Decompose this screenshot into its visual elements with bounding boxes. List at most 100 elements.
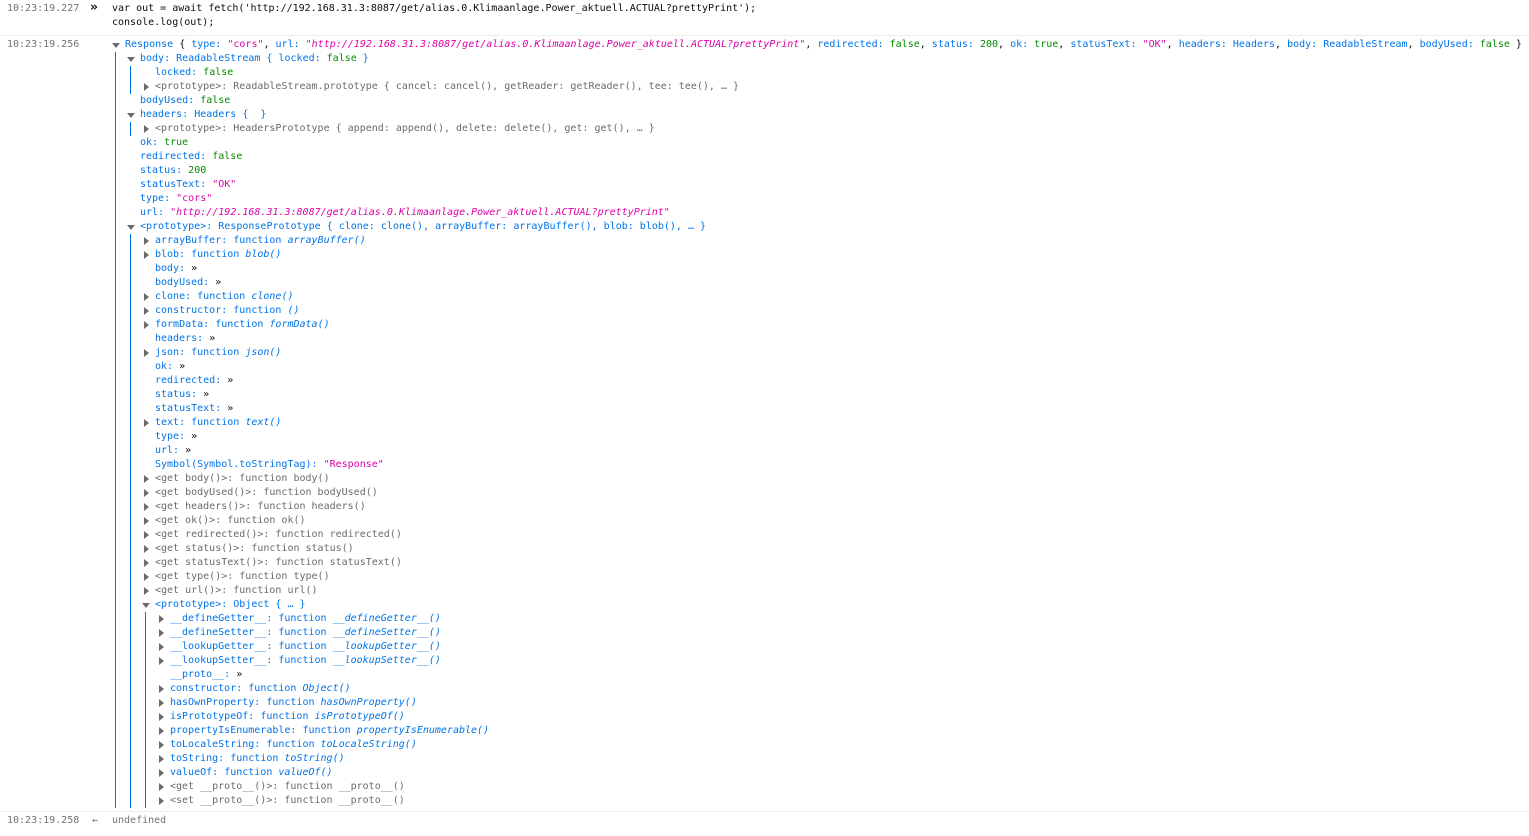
tree-node-row[interactable]: statusText: "OK" [140,178,236,192]
collapse-triangle-icon[interactable] [142,603,150,608]
expand-triangle-icon[interactable] [159,797,164,805]
collapse-triangle-icon[interactable] [127,57,135,62]
tree-node-row[interactable]: body: » [155,262,197,276]
collapse-triangle-icon[interactable] [127,113,135,118]
token: function [278,613,333,624]
expand-triangle-icon[interactable] [144,237,149,245]
tree-node-row[interactable]: headers: Headers { } [140,108,266,122]
token: body: [155,263,192,274]
tree-node-row[interactable]: ok: » [155,360,185,374]
tree-node-row[interactable]: toLocaleString: function toLocaleString(… [170,738,417,752]
tree-node-row[interactable]: <get ok()>: function ok() [155,514,306,528]
tree-node-row[interactable]: propertyIsEnumerable: function propertyI… [170,724,489,738]
expand-triangle-icon[interactable] [144,489,149,497]
expand-triangle-icon[interactable] [144,419,149,427]
expand-triangle-icon[interactable] [144,349,149,357]
tree-node-row[interactable]: isPrototypeOf: function isPrototypeOf() [170,710,405,724]
token: headers: [140,109,195,120]
tree-node-row[interactable]: redirected: false [140,150,242,164]
expand-triangle-icon[interactable] [144,545,149,553]
tree-node-row[interactable]: status: » [155,388,209,402]
expand-triangle-icon[interactable] [144,293,149,301]
expand-triangle-icon[interactable] [159,629,164,637]
expand-triangle-icon[interactable] [144,531,149,539]
tree-node-row[interactable]: headers: » [155,332,215,346]
tree-node-row[interactable]: url: » [155,444,191,458]
tree-node-row[interactable]: <get redirected()>: function redirected(… [155,528,402,542]
tree-node-row[interactable]: __defineGetter__: function __defineGette… [170,612,441,626]
token: <get status()>: function status() [155,543,354,554]
tree-node-row[interactable]: type: "cors" [140,192,212,206]
tree-node-row[interactable]: url: "http://192.168.31.3:8087/get/alias… [140,206,670,220]
expand-triangle-icon[interactable] [144,125,149,133]
tree-node-row[interactable]: formData: function formData() [155,318,330,332]
expand-triangle-icon[interactable] [159,699,164,707]
tree-node-row[interactable]: constructor: function () [155,304,300,318]
expand-triangle-icon[interactable] [144,559,149,567]
tree-node-row[interactable]: bodyUsed: » [155,276,221,290]
tree-node-row[interactable]: status: 200 [140,164,206,178]
tree-node-row[interactable]: body: ReadableStream { locked: false } [140,52,369,66]
expand-triangle-icon[interactable] [144,503,149,511]
tree-node-row[interactable]: <get url()>: function url() [155,584,318,598]
tree-node-row[interactable]: text: function text() [155,416,281,430]
tree-node-row[interactable]: __proto__: » [170,668,242,682]
tree-node-row[interactable]: <get headers()>: function headers() [155,500,366,514]
collapse-triangle-icon[interactable] [127,225,135,230]
expand-triangle-icon[interactable] [159,643,164,651]
tree-node-row[interactable]: __lookupSetter__: function __lookupSette… [170,654,441,668]
expand-triangle-icon[interactable] [144,307,149,315]
expand-triangle-icon[interactable] [159,615,164,623]
expand-triangle-icon[interactable] [159,755,164,763]
tree-node-row[interactable]: <get bodyUsed()>: function bodyUsed() [155,486,378,500]
tree-node-row[interactable]: locked: false [155,66,233,80]
tree-node-row[interactable]: constructor: function Object() [170,682,351,696]
tree-node-row[interactable]: <prototype>: ReadableStream.prototype { … [155,80,739,94]
token: { [179,39,192,50]
expand-triangle-icon[interactable] [144,251,149,259]
tree-node-row[interactable]: <prototype>: HeadersPrototype { append: … [155,122,655,136]
tree-node-row[interactable]: __defineSetter__: function __defineSette… [170,626,441,640]
tree-node-row[interactable]: ok: true [140,136,188,150]
input-code-line-2[interactable]: console.log(out); [112,16,214,30]
tree-node-row[interactable]: <prototype>: Object { … } [155,598,306,612]
expand-triangle-icon[interactable] [144,321,149,329]
expand-triangle-icon[interactable] [159,741,164,749]
tree-node-row[interactable]: clone: function clone() [155,290,294,304]
expand-triangle-icon[interactable] [144,475,149,483]
expand-triangle-icon[interactable] [144,587,149,595]
tree-node-row[interactable]: <get type()>: function type() [155,570,330,584]
tree-node-row[interactable]: <get status()>: function status() [155,542,354,556]
expand-triangle-icon[interactable] [144,83,149,91]
tree-node-row[interactable]: valueOf: function valueOf() [170,766,333,780]
tree-node-row[interactable]: toString: function toString() [170,752,345,766]
tree-node-row[interactable]: arrayBuffer: function arrayBuffer() [155,234,366,248]
tree-node-row[interactable]: hasOwnProperty: function hasOwnProperty(… [170,696,417,710]
tree-node-row[interactable]: bodyUsed: false [140,94,230,108]
tree-node-row[interactable]: <set __proto__()>: function __proto__() [170,794,405,808]
input-code-line-1[interactable]: var out = await fetch('http://192.168.31… [112,2,756,16]
tree-node-row[interactable]: json: function json() [155,346,281,360]
tree-node-row[interactable]: Symbol(Symbol.toStringTag): "Response" [155,458,384,472]
tree-node-row[interactable]: redirected: » [155,374,233,388]
expand-triangle-icon[interactable] [159,685,164,693]
expand-triangle-icon[interactable] [159,783,164,791]
tree-node-row[interactable]: type: » [155,430,197,444]
expand-triangle-icon[interactable] [159,727,164,735]
tree-node-row[interactable]: Response { type: "cors", url: "http://19… [125,38,1522,52]
token: statusText: [1070,39,1143,50]
expand-triangle-icon[interactable] [159,769,164,777]
tree-node-row[interactable]: <get statusText()>: function statusText(… [155,556,402,570]
tree-node-row[interactable]: statusText: » [155,402,233,416]
collapse-triangle-icon[interactable] [112,43,120,48]
expand-triangle-icon[interactable] [159,657,164,665]
expand-triangle-icon[interactable] [144,517,149,525]
tree-node-row[interactable]: __lookupGetter__: function __lookupGette… [170,640,441,654]
expand-triangle-icon[interactable] [144,573,149,581]
tree-node-row[interactable]: <prototype>: ResponsePrototype { clone: … [140,220,706,234]
expand-triangle-icon[interactable] [159,713,164,721]
tree-node-row[interactable]: <get body()>: function body() [155,472,330,486]
token: "cors" [227,39,264,50]
tree-node-row[interactable]: blob: function blob() [155,248,281,262]
tree-node-row[interactable]: <get __proto__()>: function __proto__() [170,780,405,794]
